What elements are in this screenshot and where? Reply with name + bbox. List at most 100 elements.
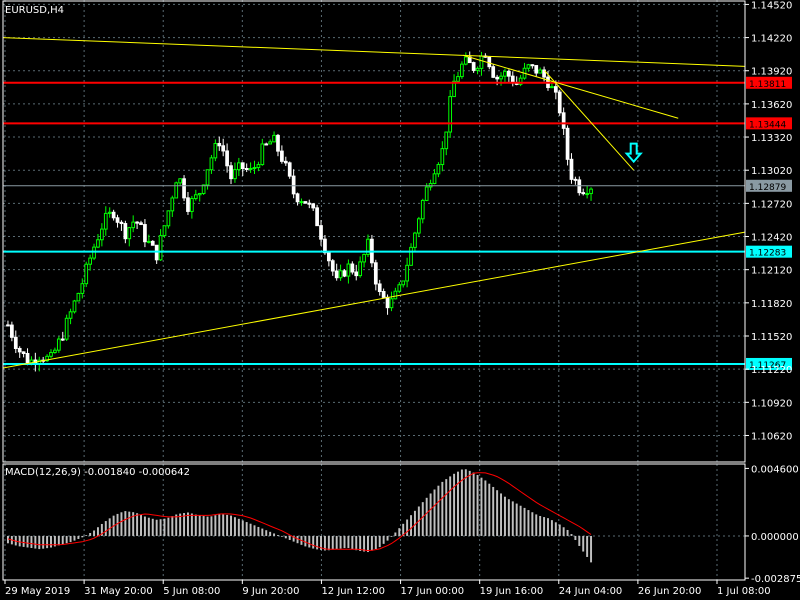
candle-body [342, 270, 347, 277]
candle-body [303, 201, 308, 204]
candle-body [319, 225, 323, 240]
candle-body [299, 201, 304, 204]
candle-body [385, 296, 390, 309]
candle-body [538, 69, 543, 74]
down-arrow-icon [624, 142, 643, 164]
y-tick-label: 1.13620 [751, 100, 792, 111]
candle-body [225, 150, 229, 167]
candle-body [72, 300, 77, 313]
candle-body [197, 192, 202, 196]
candle-body [346, 263, 351, 277]
candle-body [80, 283, 85, 294]
candle-body [25, 352, 30, 365]
candle-body [581, 192, 586, 195]
candle-body [393, 290, 398, 300]
candle-body [248, 167, 253, 170]
candle-body [573, 178, 578, 181]
y-tick-label: 1.14220 [751, 34, 792, 45]
y-tick-label: 1.12420 [751, 233, 792, 244]
candle-body [17, 347, 22, 353]
candle-body [252, 167, 257, 170]
candle-body [503, 70, 507, 77]
candle-body [139, 222, 143, 226]
macd-y-tick-label: 0.004600 [751, 464, 799, 475]
candle-body [334, 270, 339, 279]
candle-body [280, 150, 284, 162]
candle-body [479, 55, 484, 69]
candle-body [377, 283, 382, 293]
y-tick-label: 1.12120 [751, 266, 792, 277]
candles [6, 51, 593, 372]
macd-signal-line [7, 472, 592, 552]
candle-body [119, 221, 124, 225]
candle-body [405, 264, 409, 282]
candle-body [550, 86, 554, 89]
candle-body [127, 227, 132, 240]
candle-body [64, 317, 69, 340]
candle-body [460, 63, 464, 78]
candle-body [291, 175, 296, 195]
candle-body [103, 212, 108, 230]
candle-body [295, 193, 300, 203]
candle-body [553, 86, 558, 93]
candle-body [221, 145, 226, 152]
candle-body [150, 240, 155, 246]
candle-body [170, 197, 175, 212]
macd-y-tick-label: -0.002875 [751, 574, 800, 585]
y-tick-label: 1.11820 [751, 299, 792, 310]
signal-line [7, 472, 592, 552]
candle-body [358, 261, 363, 277]
y-tick-label: 1.13920 [751, 67, 792, 78]
y-tick-label: 1.11220 [751, 365, 792, 376]
candle-body [131, 221, 136, 229]
candle-body [6, 324, 10, 327]
trendlines [2, 37, 746, 369]
y-tick-label: 1.13020 [751, 166, 792, 177]
annotations [624, 142, 643, 164]
candle-body [569, 158, 574, 180]
candle-body [166, 210, 171, 227]
candle-body [236, 162, 241, 171]
candle-body [499, 75, 503, 80]
candle-body [56, 338, 61, 351]
macd-histogram [6, 469, 593, 563]
candle-body [272, 134, 276, 143]
trendline [462, 54, 679, 119]
candle-body [475, 67, 480, 71]
macd-y-tick-label: 0.000000 [751, 532, 799, 543]
candle-body [440, 148, 445, 166]
candle-body [444, 131, 449, 150]
candle-body [178, 178, 183, 184]
level-price-label: 1.12283 [749, 249, 786, 259]
main-frame [2, 0, 746, 463]
candle-body [276, 134, 280, 152]
candle-body [13, 336, 18, 349]
candle-body [158, 235, 163, 261]
y-tick-label: 1.14520 [751, 0, 792, 11]
candle-body [417, 218, 421, 234]
candle-body [53, 349, 57, 354]
candle-body [143, 224, 147, 243]
level-price-label: 1.13444 [749, 120, 786, 130]
candle-body [507, 70, 511, 77]
x-tick-label: 31 May 20:00 [84, 586, 153, 597]
candle-body [487, 56, 492, 68]
candle-body [534, 65, 539, 74]
y-tick-label: 1.12720 [751, 199, 792, 210]
candle-body [260, 143, 265, 166]
price-chart[interactable]: 1.138111.134441.122831.112671.12879 1.14… [0, 0, 800, 600]
candle-body [240, 162, 245, 170]
macd-label: MACD(12,26,9) -0.001840 -0.000642 [5, 467, 190, 478]
candle-body [307, 202, 312, 205]
candle-body [217, 143, 222, 147]
candle-body [68, 311, 73, 319]
candle-body [456, 76, 460, 82]
candle-body [10, 324, 14, 338]
candle-body [88, 257, 92, 265]
candle-body [233, 169, 237, 180]
candle-body [268, 141, 273, 145]
candle-body [585, 193, 589, 196]
candle-body [146, 240, 151, 243]
x-tick-label: 12 Jun 12:00 [321, 586, 385, 597]
candle-body [561, 112, 566, 129]
